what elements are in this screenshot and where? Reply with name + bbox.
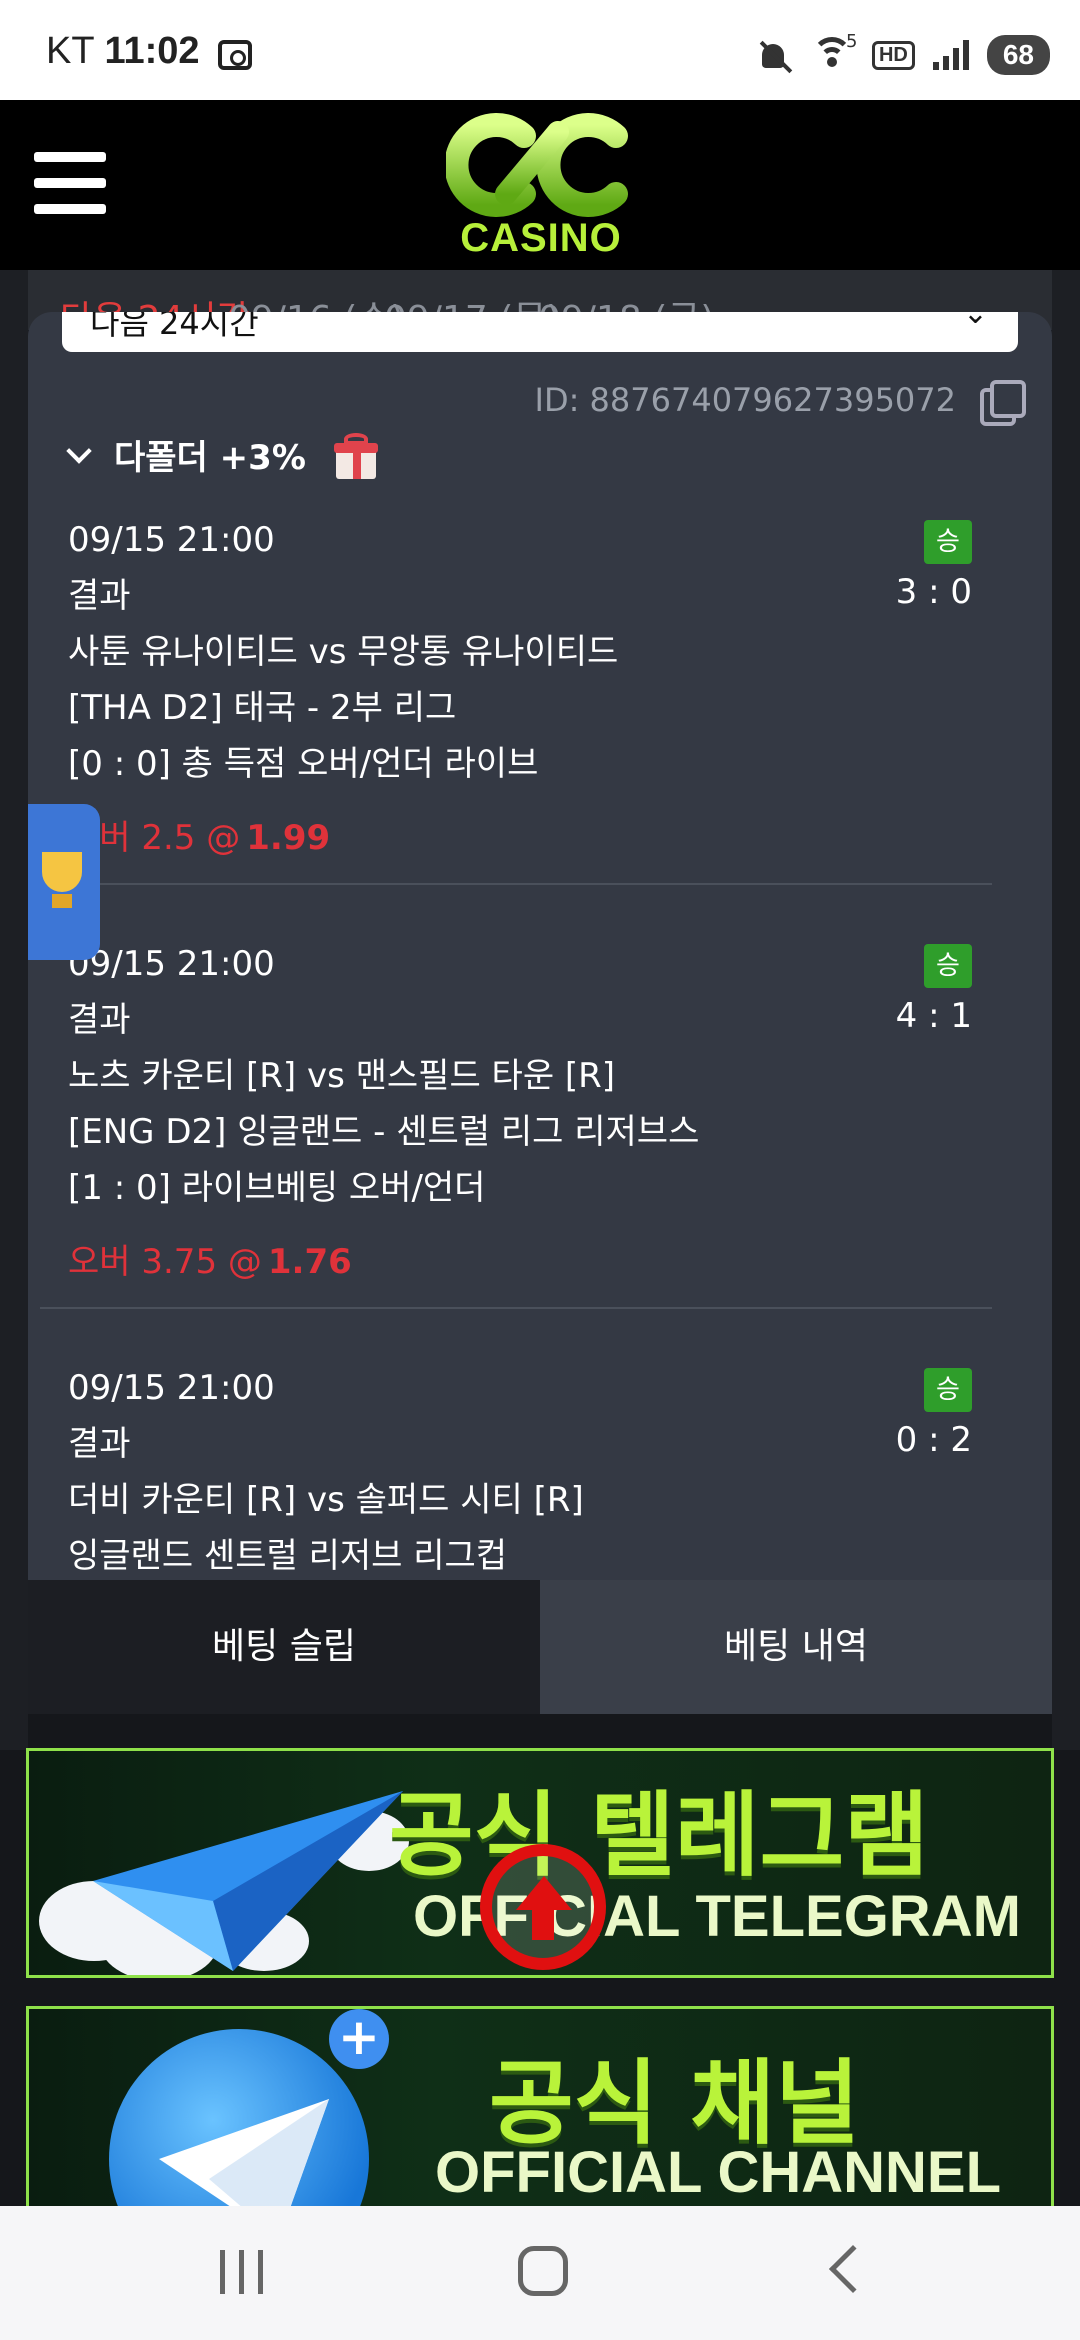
site-header: CASINO	[0, 100, 1080, 270]
trophy-side-tab[interactable]	[28, 804, 100, 960]
page-left-gutter	[0, 270, 28, 1750]
divider	[40, 1307, 992, 1309]
bet-market: [1 : 0] 라이브베팅 오버/언더	[68, 1168, 486, 1208]
chevron-down-icon: ⌄	[962, 312, 988, 331]
bet-history-panel: 다음 24시간 ⌄ ID: 887674079627395072 다폴더 +3%…	[28, 312, 1052, 1714]
page-right-gutter	[1052, 270, 1080, 1750]
system-nav-bar	[0, 2206, 1080, 2340]
bet-match: 노츠 카운티 [R] vs 맨스필드 타운 [R]	[68, 1056, 616, 1096]
menu-icon[interactable]	[34, 152, 106, 214]
bet-pick: 오버 3.75 @1.76	[68, 1234, 1012, 1283]
battery-indicator: 68	[986, 35, 1050, 75]
carrier-label: KT	[46, 30, 94, 72]
bet-item: 09/15 21:00 승 결과 4 : 1 노츠 카운티 [R] vs 맨스필…	[40, 936, 1012, 1309]
folder-toggle[interactable]: 다폴더 +3%	[62, 430, 378, 479]
recent-apps-button[interactable]	[220, 2250, 263, 2294]
status-icons: 5 HD 68	[758, 30, 1050, 80]
win-badge: 승	[924, 520, 972, 564]
period-select[interactable]: 다음 24시간 ⌄	[62, 312, 1018, 352]
bet-market: [0 : 0] 총 득점 오버/언더 라이브	[68, 744, 539, 784]
bet-odds: 1.76	[267, 1242, 352, 1282]
mute-icon	[758, 38, 792, 72]
plus-icon: +	[329, 2009, 389, 2069]
bet-match: 더비 카운티 [R] vs 솔퍼드 시티 [R]	[68, 1480, 584, 1520]
bet-pick: 오버 2.5 @1.99	[68, 810, 1012, 859]
site-logo[interactable]: CASINO	[444, 108, 636, 263]
logo-mark-icon	[444, 113, 628, 217]
ticket-id: ID: 887674079627395072	[534, 381, 957, 419]
bet-type: 결과	[68, 1424, 131, 1464]
telegram-banner-kor: 공식 텔레그램	[389, 1782, 929, 1889]
bet-score: 0 : 2	[895, 1420, 972, 1460]
screenshot-icon	[218, 40, 252, 70]
bet-datetime: 09/15 21:00	[68, 1368, 275, 1408]
bet-league: [ENG D2] 잉글랜드 - 센트럴 리그 리저브스	[68, 1112, 700, 1152]
slip-tabs: 베팅 슬립 베팅 내역	[28, 1580, 1052, 1714]
paper-plane-icon	[93, 1791, 403, 1971]
logo-text: CASINO	[460, 216, 622, 260]
wifi-badge: 5	[845, 31, 858, 52]
trophy-icon	[42, 852, 82, 892]
bet-league: 잉글랜드 센트럴 리저브 리그컵	[68, 1536, 508, 1576]
status-bar: KT 11:02 5 HD 68	[0, 0, 1080, 100]
carrier-time: KT 11:02	[46, 30, 200, 73]
channel-banner-eng: OFFICIAL CHANNEL	[435, 2140, 1002, 2205]
tab-betting-slip[interactable]: 베팅 슬립	[28, 1580, 540, 1714]
win-badge: 승	[924, 944, 972, 988]
bet-type: 결과	[68, 1000, 131, 1040]
divider	[40, 883, 992, 885]
bet-odds: 1.99	[246, 818, 331, 858]
tab-betting-history[interactable]: 베팅 내역	[540, 1580, 1052, 1714]
bet-league: [THA D2] 태국 - 2부 리그	[68, 688, 457, 728]
chevron-down-icon	[66, 437, 92, 464]
period-select-value: 다음 24시간	[90, 312, 259, 342]
bet-pick-label: 오버 3.75 @	[68, 1242, 262, 1282]
bet-item: 09/15 21:00 승 결과 3 : 0 사툰 유나이티드 vs 무앙통 유…	[40, 512, 1012, 885]
bet-datetime: 09/15 21:00	[68, 944, 275, 984]
copy-icon[interactable]	[980, 380, 1026, 426]
bet-score: 4 : 1	[895, 996, 972, 1036]
scroll-to-top-button[interactable]	[480, 1844, 606, 1970]
gift-icon	[333, 432, 378, 479]
back-button[interactable]	[828, 2244, 878, 2294]
folder-label: 다폴더 +3%	[114, 438, 306, 478]
clock: 11:02	[104, 30, 200, 72]
home-button[interactable]	[518, 2246, 568, 2296]
signal-icon	[932, 40, 969, 70]
bet-item: 09/15 21:00 승 결과 0 : 2 더비 카운티 [R] vs 솔퍼드…	[68, 1360, 1012, 1584]
win-badge: 승	[924, 1368, 972, 1412]
bet-type: 결과	[68, 576, 131, 616]
bet-match: 사툰 유나이티드 vs 무앙통 유나이티드	[68, 632, 619, 672]
wifi-icon: 5	[810, 31, 857, 73]
ticket-id-row: ID: 887674079627395072	[534, 380, 1026, 426]
bet-datetime: 09/15 21:00	[68, 520, 275, 560]
hd-icon: HD	[871, 40, 915, 70]
bet-score: 3 : 0	[895, 572, 972, 612]
